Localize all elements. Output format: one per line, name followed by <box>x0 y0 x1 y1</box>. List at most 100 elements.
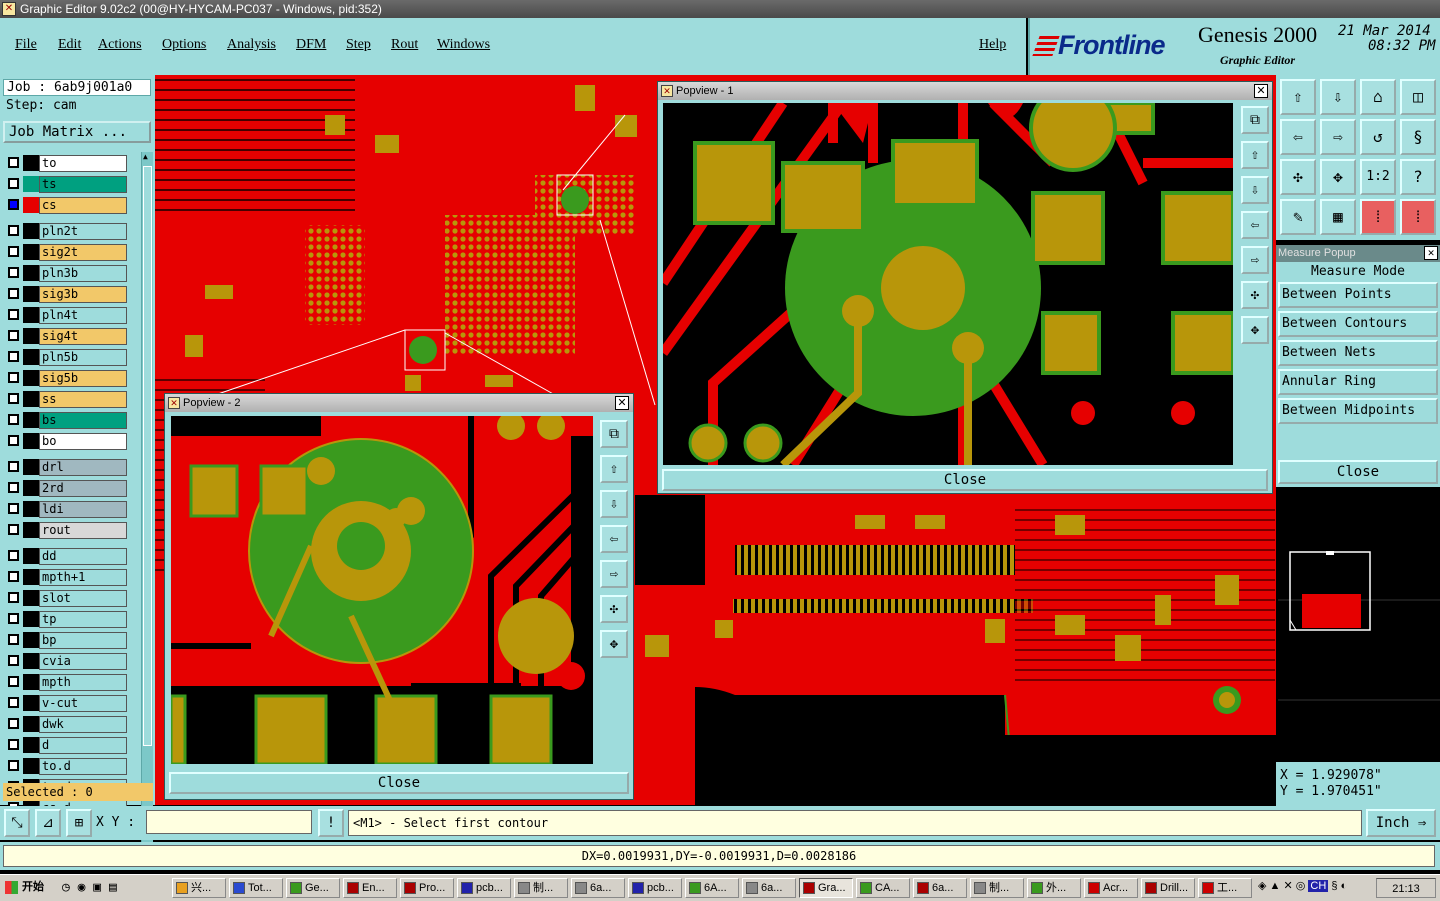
popview-zoom-home-icon[interactable]: ⧉ <box>1241 106 1269 134</box>
layer-checkbox[interactable] <box>8 613 19 624</box>
popview-2-title-bar[interactable]: ✕ Popview - 2 ✕ <box>165 394 633 412</box>
measure-between-nets[interactable]: Between Nets <box>1278 340 1438 366</box>
measure-close-icon[interactable]: ✕ <box>1424 246 1438 260</box>
scrollbar-thumb[interactable] <box>143 166 152 746</box>
highlight-icon[interactable]: ⁞ <box>1400 199 1436 235</box>
layer-row[interactable]: dd <box>3 548 139 565</box>
select-mode-icon[interactable]: ⤡ <box>4 809 30 837</box>
layer-color-swatch[interactable] <box>23 265 39 281</box>
layer-color-swatch[interactable] <box>23 501 39 517</box>
system-tray[interactable]: ◈ ▲ ✕ ◎ CH § ◐ <box>1258 879 1347 892</box>
layer-name[interactable]: to <box>39 155 127 172</box>
taskbar-button[interactable]: Ge... <box>286 878 340 898</box>
board-overview[interactable] <box>1278 490 1440 762</box>
layer-color-swatch[interactable] <box>23 370 39 386</box>
popview-1-title-bar[interactable]: ✕ Popview - 1 ✕ <box>658 82 1272 100</box>
taskbar-button[interactable]: 外... <box>1027 878 1081 898</box>
layer-name[interactable]: ldi <box>39 501 127 518</box>
layer-color-swatch[interactable] <box>23 522 39 538</box>
layer-name[interactable]: sig3b <box>39 286 127 303</box>
zoom-one-to-two-icon[interactable]: 1:2 <box>1360 159 1396 195</box>
layer-list-scrollbar[interactable]: ▲ ▼ <box>141 152 153 854</box>
menu-options[interactable]: Options <box>162 37 206 53</box>
taskbar-button[interactable]: 6A... <box>685 878 739 898</box>
quick-launch-icons[interactable]: ◷ ◉ ▣ ▤ <box>62 880 117 895</box>
layer-checkbox[interactable] <box>8 393 19 404</box>
layer-name[interactable]: pln3b <box>39 265 127 282</box>
zoom-out-icon[interactable]: ✥ <box>1320 159 1356 195</box>
popview-1-canvas[interactable] <box>663 103 1233 465</box>
tray-extra-icons[interactable]: § ◐ <box>1328 880 1347 892</box>
layer-name[interactable]: slot <box>39 590 127 607</box>
start-button[interactable]: 开始 <box>2 878 54 898</box>
layer-row[interactable]: ldi <box>3 501 139 518</box>
measure-annular-ring[interactable]: Annular Ring <box>1278 369 1438 395</box>
layer-checkbox[interactable] <box>8 634 19 645</box>
layer-color-swatch[interactable] <box>23 480 39 496</box>
taskbar-button[interactable]: 6a... <box>742 878 796 898</box>
measure-between-contours[interactable]: Between Contours <box>1278 311 1438 337</box>
popview-2-close-icon[interactable]: ✕ <box>615 396 629 410</box>
popview-zoom-home-icon[interactable]: ⧉ <box>600 420 628 448</box>
layer-color-swatch[interactable] <box>23 286 39 302</box>
layer-checkbox[interactable] <box>8 592 19 603</box>
layer-row[interactable]: drl <box>3 459 139 476</box>
layer-row[interactable]: tp <box>3 611 139 628</box>
layer-color-swatch[interactable] <box>23 590 39 606</box>
popview-zoom-in-icon[interactable]: ✣ <box>600 595 628 623</box>
layer-row[interactable]: bo <box>3 433 139 450</box>
layer-color-swatch[interactable] <box>23 349 39 365</box>
layer-checkbox[interactable] <box>8 309 19 320</box>
zoom-home-icon[interactable]: ⇧ <box>1280 79 1316 115</box>
layer-checkbox[interactable] <box>8 330 19 341</box>
layer-checkbox[interactable] <box>8 524 19 535</box>
layer-name[interactable]: cs <box>39 197 127 214</box>
layer-row[interactable]: mpth <box>3 674 139 691</box>
popview-pan-up-icon[interactable]: ⇧ <box>1241 141 1269 169</box>
layer-checkbox[interactable] <box>8 351 19 362</box>
popview-pan-up-icon[interactable]: ⇧ <box>600 455 628 483</box>
popview-zoom-out-icon[interactable]: ✥ <box>1241 316 1269 344</box>
popview-zoom-in-icon[interactable]: ✣ <box>1241 281 1269 309</box>
layer-checkbox[interactable] <box>8 760 19 771</box>
layer-checkbox[interactable] <box>8 372 19 383</box>
layer-color-swatch[interactable] <box>23 307 39 323</box>
layer-checkbox[interactable] <box>8 571 19 582</box>
snap-grid-icon[interactable]: ⊞ <box>66 809 92 837</box>
layer-name[interactable]: mpth+1 <box>39 569 127 586</box>
measure-close-button[interactable]: Close <box>1278 460 1438 484</box>
taskbar-button[interactable]: Gra... <box>799 878 853 898</box>
palette-icon[interactable]: ✎ <box>1280 199 1316 235</box>
measure-tool-icon[interactable]: ⊿ <box>35 809 61 837</box>
layer-color-swatch[interactable] <box>23 569 39 585</box>
measure-between-points[interactable]: Between Points <box>1278 282 1438 308</box>
layer-color-swatch[interactable] <box>23 391 39 407</box>
help-icon[interactable]: ? <box>1400 159 1436 195</box>
layer-name[interactable]: bs <box>39 412 127 429</box>
layer-name[interactable]: bp <box>39 632 127 649</box>
layer-color-swatch[interactable] <box>23 197 39 213</box>
menu-help[interactable]: Help <box>979 37 1006 53</box>
layer-color-swatch[interactable] <box>23 548 39 564</box>
layer-name[interactable]: tp <box>39 611 127 628</box>
scroll-up-icon[interactable]: ▲ <box>143 152 148 161</box>
zoom-down-icon[interactable]: ⇩ <box>1320 79 1356 115</box>
layer-name[interactable]: ss <box>39 391 127 408</box>
layer-color-swatch[interactable] <box>23 433 39 449</box>
layer-checkbox[interactable] <box>8 550 19 561</box>
taskbar-button[interactable]: 6a... <box>913 878 967 898</box>
layer-color-swatch[interactable] <box>23 737 39 753</box>
taskbar-button[interactable]: Pro... <box>400 878 454 898</box>
layer-checkbox[interactable] <box>8 267 19 278</box>
layer-row[interactable]: cvia <box>3 653 139 670</box>
layer-color-icon[interactable]: ⁞ <box>1360 199 1396 235</box>
layer-row[interactable]: sig4t <box>3 328 139 345</box>
pan-left-icon[interactable]: ⇦ <box>1280 119 1316 155</box>
window-split-icon[interactable]: ◫ <box>1400 79 1436 115</box>
layer-checkbox[interactable] <box>8 414 19 425</box>
layer-color-swatch[interactable] <box>23 632 39 648</box>
popview-1-close-icon[interactable]: ✕ <box>1254 84 1268 98</box>
layer-row[interactable]: dwk <box>3 716 139 733</box>
layer-row[interactable]: slot <box>3 590 139 607</box>
layer-checkbox[interactable] <box>8 739 19 750</box>
